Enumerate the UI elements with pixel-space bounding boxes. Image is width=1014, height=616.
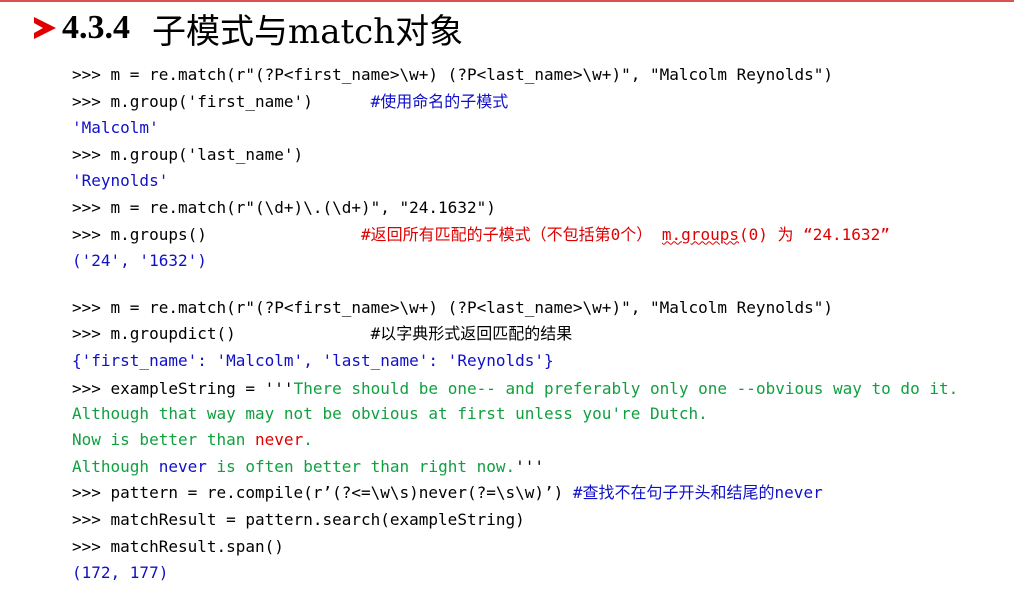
code-line: >>> m.groups() #返回所有匹配的子模式（不包括第0个） m.gro…	[72, 222, 1002, 249]
code-comment: #返回所有匹配的子模式（不包括第0个）	[360, 224, 653, 244]
output-text: {'first_name': 'Malcolm', 'last_name': '…	[72, 350, 554, 370]
code-text: >>> exampleString = '''	[72, 378, 294, 398]
code-text: >>> matchResult = pattern.search(example…	[72, 509, 525, 529]
code-comment: #使用命名的子模式	[370, 91, 509, 111]
code-output: 'Reynolds'	[72, 168, 1002, 195]
string-text: is often better than right now.	[206, 456, 516, 476]
code-line: >>> pattern = re.compile(r’(?<=\w\s)neve…	[72, 480, 1002, 507]
code-text: >>> m.groups()	[72, 224, 361, 244]
code-output: (172, 177)	[72, 560, 1002, 587]
output-text: (172, 177)	[72, 563, 169, 583]
code-text: >>> pattern = re.compile(r’(?<=\w\s)neve…	[72, 483, 573, 503]
output-text: ('24', '1632')	[72, 251, 207, 271]
code-line: Although that way may not be obvious at …	[72, 401, 1002, 428]
string-end-quotes: '''	[515, 456, 545, 476]
code-text: >>> m = re.match(r"(\d+)\.(\d+)", "24.16…	[72, 197, 496, 217]
output-text: 'Reynolds'	[72, 171, 169, 191]
code-line: >>> m = re.match(r"(\d+)\.(\d+)", "24.16…	[72, 195, 1002, 222]
string-text: There should be one-- and preferably onl…	[293, 378, 959, 398]
section-number: 4.3.4	[62, 9, 130, 46]
string-text: Now is better than	[72, 430, 256, 450]
code-line: Now is better than never.	[72, 427, 1002, 454]
code-line: >>> exampleString = '''There should be o…	[72, 375, 1002, 401]
code-text: >>> matchResult.span()	[72, 536, 284, 556]
code-output: 'Malcolm'	[72, 115, 1002, 142]
never-highlight: never	[158, 456, 207, 476]
code-output: {'first_name': 'Malcolm', 'last_name': '…	[72, 348, 1002, 375]
code-line: >>> matchResult.span()	[72, 534, 1002, 561]
code-line: >>> m.groupdict() #以字典形式返回匹配的结果	[72, 321, 1002, 348]
code-text: >>> m.group('first_name')	[72, 91, 371, 111]
code-line: >>> m = re.match(r"(?P<first_name>\w+) (…	[72, 62, 1002, 89]
section-title: 子模式与match对象	[152, 11, 464, 52]
never-highlight: never	[255, 430, 304, 450]
bullet-arrow-icon	[34, 17, 56, 39]
code-line: >>> m.group('last_name')	[72, 142, 1002, 169]
string-text: Although	[72, 456, 159, 476]
string-text: .	[303, 430, 313, 450]
code-output: ('24', '1632')	[72, 248, 1002, 275]
code-comment: #以字典形式返回匹配的结果	[370, 324, 573, 344]
code-text: >>> m = re.match(r"(?P<first_name>\w+) (…	[72, 65, 833, 84]
output-text: 'Malcolm'	[72, 118, 159, 138]
code-listing: >>> m = re.match(r"(?P<first_name>\w+) (…	[72, 62, 1002, 587]
code-line: >>> m.group('first_name') #使用命名的子模式	[72, 89, 1002, 116]
groups-call-text: m.groups	[661, 224, 739, 244]
top-rule	[0, 0, 1014, 2]
code-line: Although never is often better than righ…	[72, 454, 1002, 481]
section-heading: 4.3.4 子模式与match对象	[34, 6, 464, 52]
code-line: >>> m = re.match(r"(?P<first_name>\w+) (…	[72, 295, 1002, 322]
code-text: >>> m.groupdict()	[72, 324, 371, 344]
code-comment: #查找不在句子开头和结尾的never	[572, 483, 823, 503]
code-line: >>> matchResult = pattern.search(example…	[72, 507, 1002, 534]
code-text: >>> m.group('last_name')	[72, 144, 304, 164]
code-comment-tail: (0) 为 “24.1632”	[738, 224, 890, 244]
string-text: Although that way may not be obvious at …	[72, 403, 708, 423]
code-text: >>> m = re.match(r"(?P<first_name>\w+) (…	[72, 297, 833, 317]
